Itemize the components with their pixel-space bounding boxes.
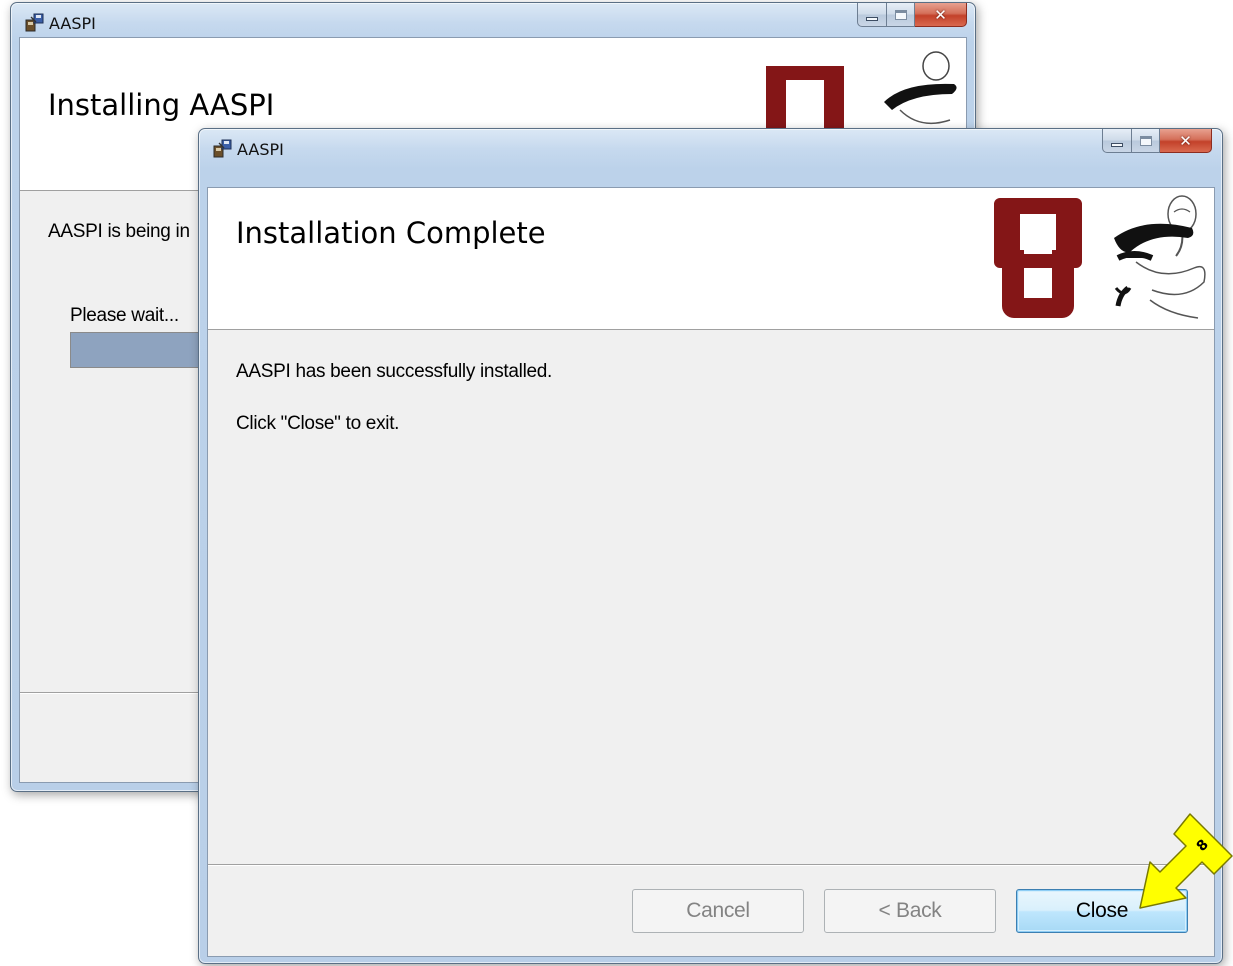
- back-window-title: AASPI: [49, 14, 96, 33]
- header-banner: Installation Complete: [208, 188, 1214, 330]
- back-close-button[interactable]: ✕: [915, 3, 967, 27]
- back-banner-title: Installing AASPI: [48, 88, 275, 122]
- maximize-icon: [894, 9, 907, 20]
- back-minimize-button[interactable]: [857, 3, 887, 27]
- minimize-button[interactable]: [1102, 129, 1132, 153]
- back-maximize-button[interactable]: [887, 3, 915, 27]
- success-message: AASPI has been successfully installed.: [236, 361, 552, 382]
- close-icon: ✕: [1179, 131, 1192, 150]
- back-window-titlebar[interactable]: AASPI ✕: [11, 3, 975, 39]
- ou-logo: [994, 198, 1082, 318]
- footer-divider: [208, 864, 1214, 866]
- mascot-logo: [1114, 195, 1206, 319]
- maximize-icon: [1139, 135, 1152, 146]
- desktop-screenshot: AASPI ✕ Installing AASPI AASPI is being …: [0, 0, 1233, 966]
- window-title: AASPI: [237, 140, 284, 159]
- exit-instruction: Click "Close" to exit.: [236, 413, 400, 434]
- minimize-icon: [1111, 142, 1123, 147]
- step-callout-arrow: 8: [1139, 813, 1233, 909]
- window-titlebar[interactable]: AASPI ✕: [199, 129, 1222, 165]
- minimize-icon: [866, 16, 878, 21]
- back-button[interactable]: < Back: [824, 889, 996, 933]
- installer-window: AASPI ✕ Installation Complete AASPI has …: [198, 128, 1223, 964]
- callout-arrow-shape: [1139, 813, 1233, 909]
- cancel-button[interactable]: Cancel: [632, 889, 804, 933]
- close-icon: ✕: [934, 5, 947, 24]
- installer-icon: [213, 139, 232, 158]
- installer-icon: [25, 13, 44, 32]
- window-client: Installation Complete AASPI has been suc…: [207, 187, 1215, 957]
- back-body-text: AASPI is being in: [48, 221, 190, 242]
- maximize-button[interactable]: [1132, 129, 1160, 153]
- window-controls: ✕: [1102, 129, 1212, 153]
- close-window-button[interactable]: ✕: [1160, 129, 1212, 153]
- back-wait-label: Please wait...: [70, 305, 179, 326]
- page-title: Installation Complete: [236, 216, 546, 250]
- back-window-controls: ✕: [857, 3, 967, 27]
